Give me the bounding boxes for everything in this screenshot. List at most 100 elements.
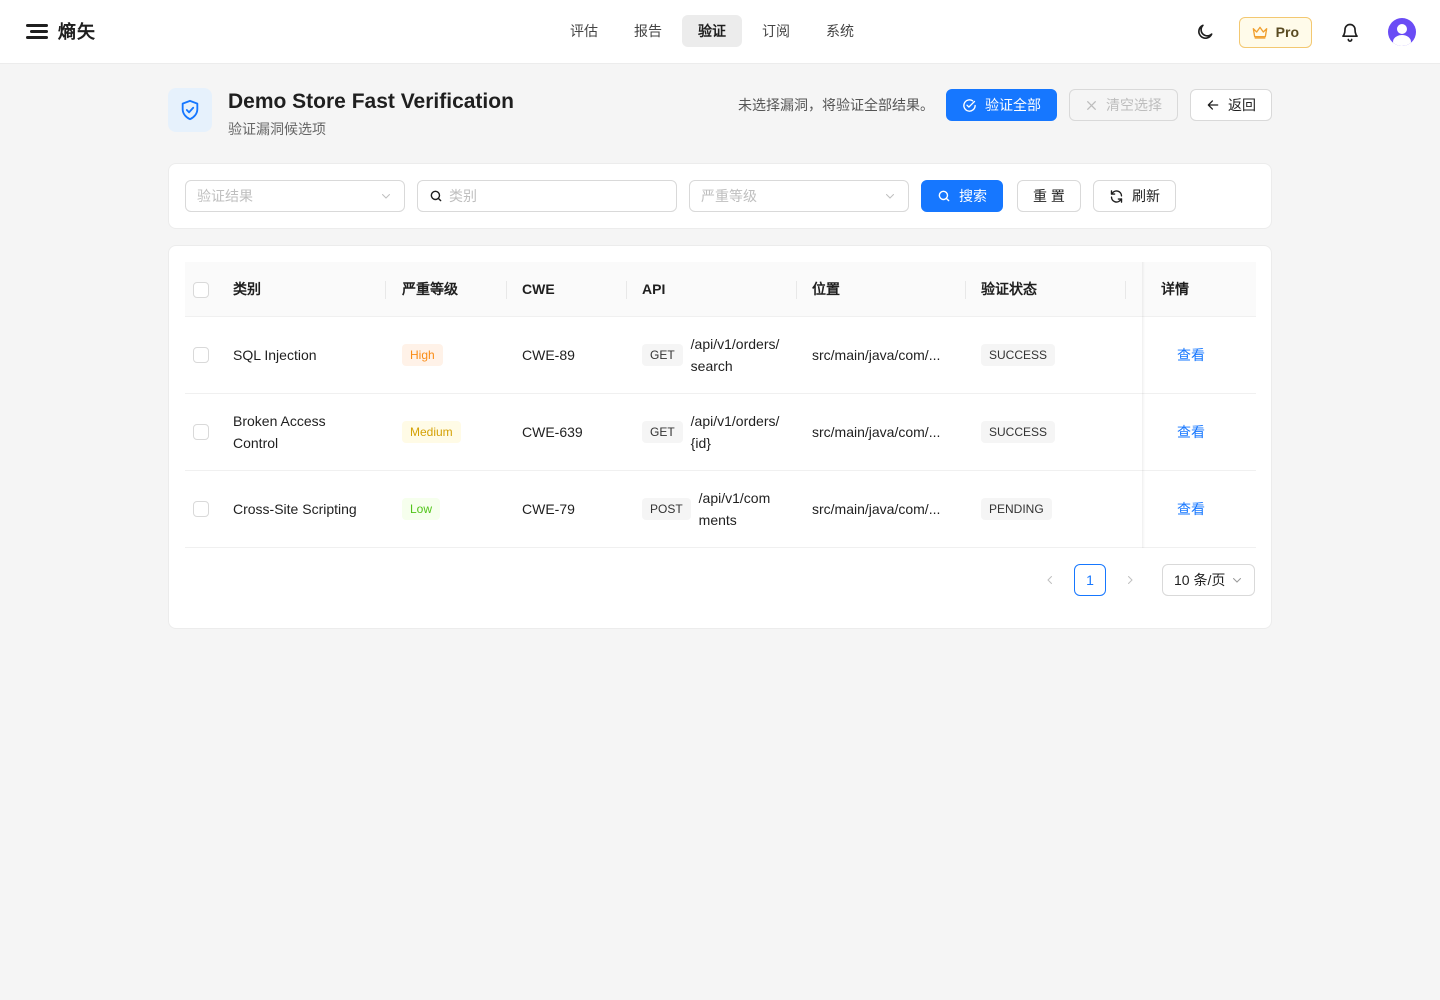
moon-icon (1197, 24, 1213, 39)
theme-toggle-button[interactable] (1189, 16, 1221, 48)
http-method-tag: GET (642, 421, 683, 443)
column-header-status[interactable]: 验证状态 (981, 262, 1037, 317)
nav-item-report[interactable]: 报告 (618, 15, 678, 47)
table-row: Broken Access Control Medium CWE-639 GET … (185, 394, 1256, 471)
verification-status-tag: PENDING (981, 498, 1052, 520)
back-label: 返回 (1228, 97, 1256, 113)
api-path-line2: {id} (690, 435, 711, 451)
pagination: 1 10 条/页 (1034, 564, 1255, 596)
reset-label: 重 置 (1033, 188, 1065, 204)
select-all-cell (193, 262, 209, 317)
location-cell: src/main/java/com/... (812, 347, 941, 363)
row-checkbox[interactable] (193, 347, 209, 363)
result-select-placeholder: 验证结果 (197, 188, 253, 204)
api-path-line2: ments (698, 512, 737, 528)
pro-upgrade-button[interactable]: Pro (1238, 16, 1312, 48)
api-path: /api/v1/orders/ (690, 413, 780, 429)
chevron-right-icon (1128, 576, 1133, 584)
close-icon (1087, 100, 1096, 110)
api-cell: GET /api/v1/orders/ {id} (642, 394, 779, 470)
reset-button[interactable]: 重 置 (1017, 180, 1081, 212)
brand-logo-icon (26, 23, 48, 39)
api-path-line2: search (690, 358, 733, 374)
page-subtitle: 验证漏洞候选项 (228, 121, 326, 137)
verification-status-tag: SUCCESS (981, 344, 1056, 366)
category-cell: SQL Injection (233, 317, 383, 393)
clear-selection-label: 清空选择 (1106, 97, 1162, 113)
column-header-detail: 详情 (1161, 281, 1189, 297)
search-label: 搜索 (959, 188, 987, 204)
refresh-label: 刷新 (1132, 188, 1160, 204)
clear-selection-button[interactable]: 清空选择 (1069, 89, 1178, 121)
page-number-current[interactable]: 1 (1074, 564, 1106, 596)
user-avatar[interactable] (1388, 18, 1416, 46)
notifications-button[interactable] (1334, 16, 1366, 48)
table-row: SQL Injection High CWE-89 GET /api/v1/or… (185, 317, 1256, 394)
nav-item-system[interactable]: 系统 (810, 15, 870, 47)
bell-icon (1342, 23, 1358, 42)
http-method-tag: GET (642, 344, 683, 366)
selection-hint: 未选择漏洞，将验证全部结果。 (738, 97, 934, 113)
severity-select[interactable]: 严重等级 (689, 180, 909, 212)
back-button[interactable]: 返回 (1190, 89, 1272, 121)
brand-name: 熵矢 (58, 22, 96, 42)
page-title: Demo Store Fast Verification (228, 90, 514, 113)
prev-page-button[interactable] (1034, 564, 1066, 596)
search-button[interactable]: 搜索 (921, 180, 1003, 212)
verify-all-button[interactable]: 验证全部 (946, 89, 1057, 121)
select-all-checkbox[interactable] (193, 281, 209, 298)
severity-tag: Low (402, 498, 441, 520)
arrow-left-icon (1207, 100, 1219, 110)
page-header: Demo Store Fast Verification 验证漏洞候选项 未选择… (168, 88, 1272, 140)
column-header-api[interactable]: API (642, 262, 665, 317)
category-text: Broken Access (233, 413, 326, 429)
row-checkbox[interactable] (193, 501, 209, 517)
search-icon (430, 190, 442, 202)
location-cell: src/main/java/com/... (812, 501, 941, 517)
column-header-severity[interactable]: 严重等级 (402, 262, 458, 317)
brand-logo[interactable]: 熵矢 (26, 18, 96, 44)
view-detail-link[interactable]: 查看 (1177, 345, 1205, 365)
filter-panel: 验证结果 类别 严重等级 搜索 重 置 刷新 (168, 163, 1272, 229)
nav-item-verification[interactable]: 验证 (682, 15, 742, 47)
table-header: 类别 严重等级 CWE API 位置 验证状态 详情 (185, 262, 1256, 317)
category-cell: Broken Access Control (233, 394, 383, 470)
page-size-select[interactable]: 10 条/页 (1162, 564, 1255, 596)
result-select[interactable]: 验证结果 (185, 180, 405, 212)
api-cell: GET /api/v1/orders/search (642, 317, 779, 393)
cwe-cell: CWE-639 (522, 424, 583, 440)
chevron-down-icon (886, 194, 894, 199)
severity-tag: High (402, 344, 443, 366)
category-cell: Cross-Site Scripting (233, 471, 383, 547)
api-path: /api/v1/com (698, 490, 771, 506)
header-actions: 未选择漏洞，将验证全部结果。 验证全部 清空选择 返回 (738, 89, 1272, 121)
severity-select-placeholder: 严重等级 (701, 188, 757, 204)
verify-all-label: 验证全部 (985, 97, 1041, 113)
view-detail-link[interactable]: 查看 (1177, 422, 1205, 442)
nav-item-assessment[interactable]: 评估 (554, 15, 614, 47)
api-path: /api/v1/orders/ (690, 336, 780, 352)
column-header-category[interactable]: 类别 (233, 262, 261, 317)
main-nav: 评估 报告 验证 订阅 系统 (554, 15, 870, 47)
chevron-down-icon (1233, 578, 1241, 583)
column-header-cwe[interactable]: CWE (522, 262, 555, 317)
cwe-cell: CWE-89 (522, 347, 575, 363)
pro-label: Pro (1275, 24, 1299, 40)
check-circle-icon (963, 98, 976, 112)
category-search-placeholder: 类别 (449, 188, 477, 204)
results-table-card: 类别 严重等级 CWE API 位置 验证状态 详情 SQL Injection… (168, 245, 1272, 629)
page-icon-box (168, 88, 212, 132)
category-search-input[interactable]: 类别 (417, 180, 677, 212)
fixed-column-shadow (1142, 262, 1145, 548)
column-header-location[interactable]: 位置 (812, 262, 840, 317)
next-page-button[interactable] (1114, 564, 1146, 596)
api-cell: POST /api/v1/com ments (642, 471, 770, 547)
view-detail-link[interactable]: 查看 (1177, 499, 1205, 519)
refresh-button[interactable]: 刷新 (1093, 180, 1176, 212)
category-text: SQL Injection (233, 347, 317, 363)
cwe-cell: CWE-79 (522, 501, 575, 517)
row-checkbox[interactable] (193, 424, 209, 440)
nav-item-subscription[interactable]: 订阅 (746, 15, 806, 47)
chevron-left-icon (1047, 576, 1052, 584)
search-icon (938, 190, 950, 202)
